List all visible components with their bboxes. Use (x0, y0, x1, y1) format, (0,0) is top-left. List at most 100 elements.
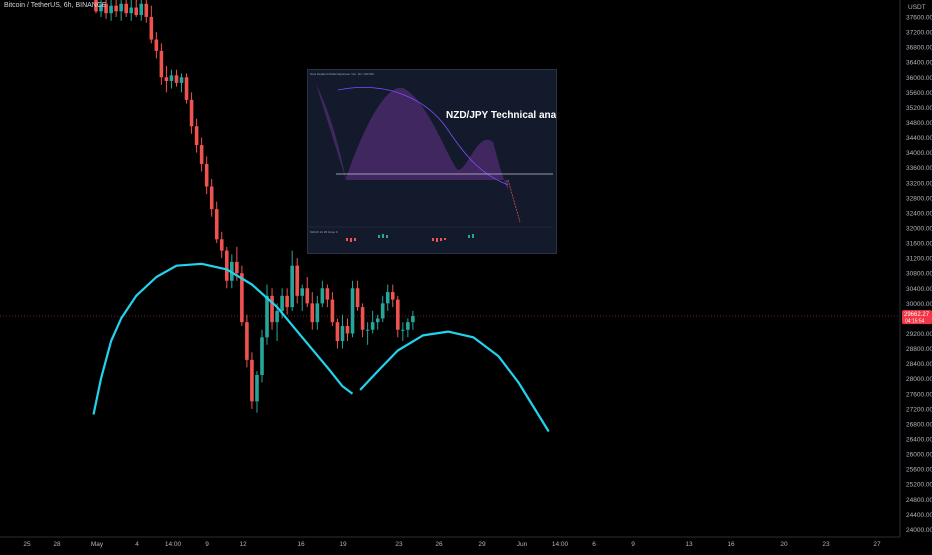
candle-down (164, 77, 169, 82)
candle-down (209, 186, 214, 210)
candle-down (270, 295, 274, 323)
candle-down (335, 322, 340, 342)
time-tick-label: 23 (395, 541, 403, 548)
candle-up (300, 288, 305, 296)
candle-down (199, 145, 204, 164)
candle-down (219, 239, 224, 251)
time-tick-label: Jun (517, 541, 528, 548)
price-tick-label: 28800.00 (906, 346, 932, 353)
candle-down (250, 359, 254, 402)
time-tick-label: 20 (780, 541, 788, 548)
price-tick-label: 33200.00 (906, 180, 932, 187)
candle-down (204, 163, 209, 187)
candle-down (154, 39, 159, 51)
candle-up (275, 310, 279, 323)
candle-up (255, 374, 259, 402)
time-tick-label: 9 (205, 541, 209, 548)
candle-up (119, 3, 123, 12)
candle-down (124, 3, 128, 14)
candle-down (240, 273, 244, 323)
price-tick-label: 27200.00 (906, 406, 932, 413)
price-tick-label: 31200.00 (906, 256, 932, 263)
price-tick-label: 24000.00 (906, 527, 932, 534)
time-tick-label: 14:00 (552, 541, 569, 548)
price-tick-label: 24400.00 (906, 512, 932, 519)
price-tick-label: 31600.00 (906, 241, 932, 248)
time-tick-label: 23 (822, 541, 830, 548)
candle-up (340, 325, 345, 342)
candle-up (169, 75, 174, 82)
time-tick-label: 29 (478, 541, 486, 548)
price-tick-label: 35600.00 (906, 90, 932, 97)
time-tick-label: 13 (685, 541, 693, 548)
price-tick-label: 30400.00 (906, 286, 932, 293)
price-tick-label: 26800.00 (906, 421, 932, 428)
symbol-title: Bitcoin / TetherUS, 6h, BINANCE (4, 2, 107, 9)
candle-down (189, 99, 194, 127)
time-tick-label: 12 (239, 541, 247, 548)
time-tick-label: 16 (297, 541, 305, 548)
time-tick-label: 4 (135, 541, 139, 548)
inset-chart-image: New Zealand Dollar/Japanese Yen, 1D, OAN… (307, 69, 557, 254)
price-tick-label: 34000.00 (906, 150, 932, 157)
price-tick-label: 33600.00 (906, 165, 932, 172)
candle-down (310, 303, 315, 323)
time-tick-label: 26 (435, 541, 443, 548)
price-tick-label: 28400.00 (906, 361, 932, 368)
candle-up (280, 295, 284, 311)
price-tick-label: 32800.00 (906, 195, 932, 202)
candle-down (235, 261, 239, 274)
price-tick-label: 32000.00 (906, 225, 932, 232)
time-tick-label: May (91, 541, 104, 548)
time-tick-label: 14:00 (165, 541, 182, 548)
candle-up (406, 322, 410, 330)
candle-down (224, 250, 229, 281)
inset-indicator-label: MACD 12 26 close 9 (310, 230, 338, 234)
last-price-value: 29662.27 (904, 312, 930, 318)
candle-up (129, 7, 134, 14)
candle-down (355, 288, 360, 308)
price-tick-label: 36000.00 (906, 75, 932, 82)
price-tick-label: 27600.00 (906, 391, 932, 398)
price-tick-label: 36400.00 (906, 60, 932, 67)
price-tick-label: 28000.00 (906, 376, 932, 383)
time-tick-label: 6 (592, 541, 596, 548)
time-tick-label: 19 (339, 541, 347, 548)
price-tick-label: 37600.00 (906, 14, 932, 21)
price-tick-label: 32400.00 (906, 210, 932, 217)
price-tick-label: 36800.00 (906, 45, 932, 52)
candle-up (350, 288, 355, 334)
last-price-countdown: 04:15:54 (905, 319, 925, 325)
candle-down (330, 299, 335, 323)
time-tick-label: 27 (873, 541, 881, 548)
candle-down (159, 50, 164, 78)
price-tick-label: 25200.00 (906, 482, 932, 489)
candle-up (139, 3, 144, 16)
candle-up (320, 288, 325, 304)
candle-up (265, 295, 269, 338)
time-tick-label: 9 (631, 541, 635, 548)
candle-up (109, 5, 113, 14)
candle-up (260, 337, 264, 375)
time-tick-label: 28 (53, 541, 61, 548)
candle-down (194, 126, 199, 146)
currency-label: USDT (908, 4, 926, 11)
candle-up (411, 316, 415, 323)
inset-title: NZD/JPY Technical analysis (446, 110, 557, 121)
candle-down (325, 288, 330, 300)
candle-down (305, 288, 310, 304)
price-tick-label: 29200.00 (906, 331, 932, 338)
inset-graphic (308, 84, 553, 242)
candle-down (390, 292, 395, 300)
candle-down (295, 265, 299, 296)
candle-down (285, 295, 289, 308)
candle-up (385, 292, 390, 304)
candle-down (144, 3, 149, 17)
candle-down (245, 322, 249, 360)
price-tick-label: 34400.00 (906, 135, 932, 142)
price-tick-label: 24800.00 (906, 497, 932, 504)
price-tick-label: 34800.00 (906, 120, 932, 127)
candle-down (360, 307, 365, 330)
time-tick-label: 25 (23, 541, 31, 548)
price-tick-label: 30800.00 (906, 271, 932, 278)
